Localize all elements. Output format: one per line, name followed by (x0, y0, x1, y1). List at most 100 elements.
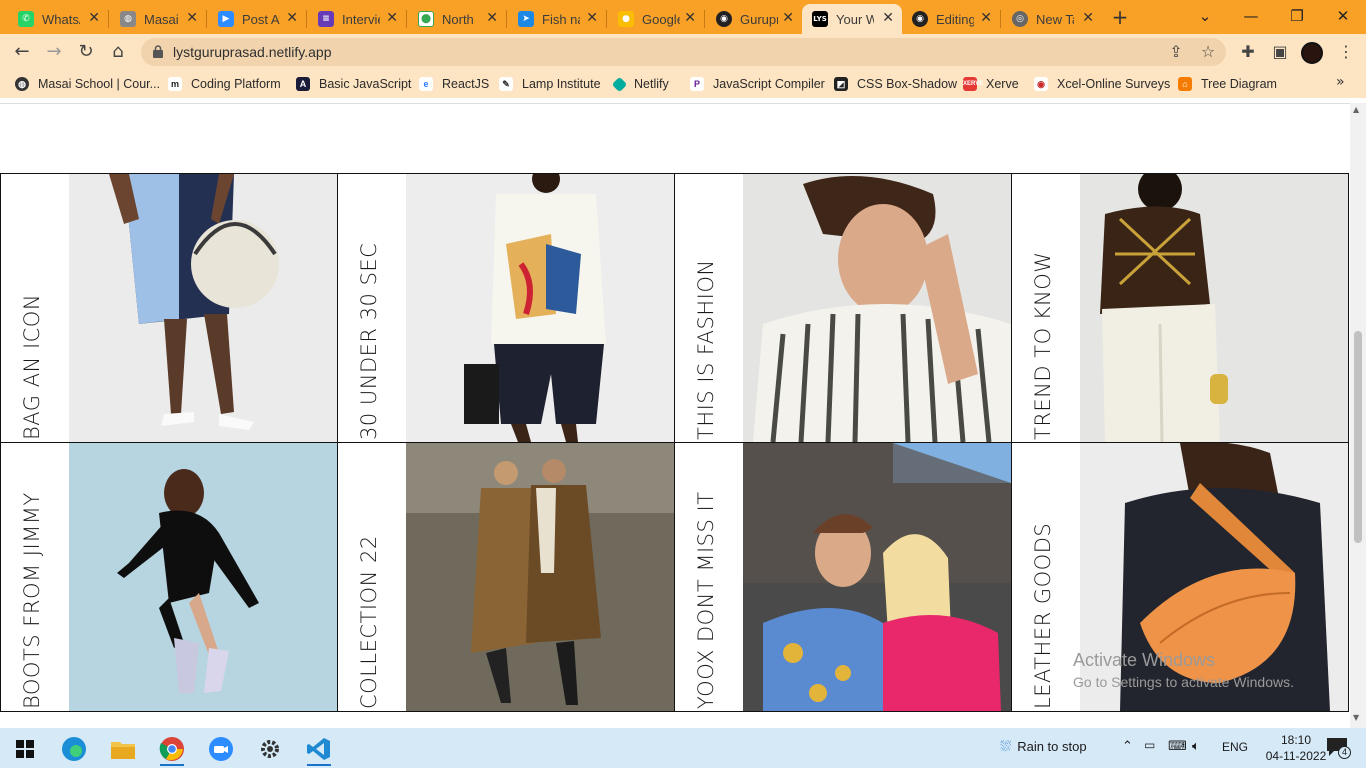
windows-taskbar: ⛆ Rain to stop ⌃ ▭ ⌨ 🔈︎ ENG 18:10 04-11-… (0, 728, 1366, 768)
notification-count-badge: 4 (1338, 746, 1351, 759)
tab-masai[interactable]: ◍ Masai School ✕ (110, 4, 206, 34)
scroll-down-icon[interactable]: ▼ (1353, 713, 1359, 722)
tab-post-attendance[interactable]: ▶ Post Attendance ✕ (208, 4, 306, 34)
bookmark-lamp-institute[interactable]: ✎ Lamp Institute (499, 74, 601, 94)
close-window-button[interactable]: ✕ (1320, 3, 1366, 29)
bookmark-star-icon[interactable]: ☆ (1196, 40, 1220, 64)
chrome-icon: ◎ (1012, 11, 1028, 27)
tab-whatsapp[interactable]: ✆ WhatsApp ✕ (8, 4, 108, 34)
striped-shirt-photo (743, 174, 1011, 442)
profile-avatar[interactable] (1301, 42, 1323, 64)
bookmark-tree-diagram[interactable]: ⌂ Tree Diagram (1178, 74, 1277, 94)
browser-window: ✆ WhatsApp ✕ ◍ Masai School ✕ ▶ Post Att… (0, 0, 1366, 728)
clock[interactable]: 18:10 04-11-2022 (1258, 732, 1334, 764)
m-icon: m (168, 77, 182, 91)
notification-center-button[interactable]: 4 (1326, 737, 1352, 759)
restore-button[interactable]: ❐ (1274, 3, 1320, 29)
close-tab-icon[interactable]: ✕ (386, 10, 398, 26)
close-tab-icon[interactable]: ✕ (586, 10, 598, 26)
bookmark-css-box-shadow[interactable]: ◩ CSS Box-Shadow (834, 74, 957, 94)
tab-interview[interactable]: ≡ Interview ✕ (308, 4, 406, 34)
file-explorer-button[interactable] (103, 732, 143, 766)
more-bookmarks-icon[interactable]: » (1336, 74, 1345, 90)
close-tab-icon[interactable]: ✕ (782, 10, 794, 26)
tab-editing[interactable]: ◉ Editing ✕ (902, 4, 1000, 34)
tab-your-wardrobe[interactable]: LYS Your Wardrobe ✕ (802, 4, 902, 34)
home-button[interactable]: ⌂ (106, 40, 130, 64)
bookmark-reactjs[interactable]: e ReactJS (419, 74, 489, 94)
bookmark-xcel-surveys[interactable]: ◉ Xcel-Online Surveys (1034, 74, 1170, 94)
tile-boots-from-jimmy[interactable]: BOOTS FROM JIMMY (1, 443, 338, 712)
masai-icon: ◍ (15, 77, 29, 91)
css-icon: ◩ (834, 77, 848, 91)
scroll-up-icon[interactable]: ▲ (1353, 105, 1359, 114)
tile-label: COLLECTION 22 (357, 535, 381, 709)
lyst-icon: LYS (812, 11, 828, 27)
bookmark-javascript-compiler[interactable]: P JavaScript Compiler (690, 74, 825, 94)
back-button[interactable]: ← (10, 40, 34, 64)
tab-north[interactable]: ⬤ North ✕ (408, 4, 506, 34)
react-icon: e (419, 77, 433, 91)
folder-icon (111, 742, 135, 759)
tab-new-tab[interactable]: ◎ New Tab ✕ (1002, 4, 1102, 34)
meet-now-icon[interactable]: ▭ (1144, 738, 1155, 752)
tab-fish-name[interactable]: ➤ Fish name ✕ (508, 4, 606, 34)
close-tab-icon[interactable]: ✕ (1082, 10, 1094, 26)
close-tab-icon[interactable]: ✕ (286, 10, 298, 26)
network-icon[interactable]: ⌨ (1168, 738, 1187, 754)
chrome-icon (159, 737, 184, 761)
close-tab-icon[interactable]: ✕ (186, 10, 198, 26)
chrome-app-button[interactable] (152, 732, 192, 766)
vscode-app-button[interactable] (299, 732, 339, 766)
tile-label: TREND TO KNOW (1031, 251, 1055, 440)
zoom-icon: ▶ (218, 11, 234, 27)
side-panel-icon[interactable]: ▣ (1268, 40, 1292, 64)
zoom-app-button[interactable] (201, 732, 241, 766)
tile-label: BAG AN ICON (20, 293, 44, 440)
fish-icon: ➤ (518, 11, 534, 27)
tile-30-under-30-sec[interactable]: 30 UNDER 30 SEC (338, 174, 675, 443)
menu-icon[interactable]: ⋮ (1334, 40, 1358, 64)
tab-guruprasad[interactable]: ◉ Guruprasad ✕ (706, 4, 802, 34)
xerve-icon: XERVE (963, 77, 983, 91)
reload-button[interactable]: ↻ (74, 40, 98, 64)
tile-yoox-dont-miss-it[interactable]: YOOX DONT MISS IT (675, 443, 1012, 712)
bookmark-basic-javascript[interactable]: A Basic JavaScript (296, 74, 411, 94)
activate-windows-watermark: Activate Windows Go to Settings to activ… (1073, 650, 1294, 690)
close-tab-icon[interactable]: ✕ (980, 10, 992, 26)
tile-collection-22[interactable]: COLLECTION 22 (338, 443, 675, 712)
keep-icon: ● (618, 11, 634, 27)
new-tab-button[interactable]: + (1108, 5, 1132, 29)
settings-app-button[interactable] (250, 732, 290, 766)
start-button[interactable] (5, 732, 45, 766)
volume-icon[interactable]: 🔈︎ (1192, 738, 1200, 754)
close-tab-icon[interactable]: ✕ (88, 10, 100, 26)
tile-label: 30 UNDER 30 SEC (357, 242, 381, 440)
close-tab-icon[interactable]: ✕ (486, 10, 498, 26)
bookmark-coding-platform[interactable]: m Coding Platform (168, 74, 281, 94)
bookmark-masai[interactable]: ◍ Masai School | Cour... (15, 74, 160, 94)
chevron-up-icon[interactable]: ⌃ (1122, 738, 1133, 754)
gear-icon (261, 740, 279, 758)
share-icon[interactable]: ⇪ (1164, 40, 1188, 64)
tile-bag-an-icon[interactable]: BAG AN ICON (1, 174, 338, 443)
forward-button[interactable]: → (42, 40, 66, 64)
page-scrollbar[interactable]: ▲ ▼ (1350, 103, 1366, 728)
coats-photo (406, 443, 674, 711)
tile-trend-to-know[interactable]: TREND TO KNOW (1012, 174, 1349, 443)
maps-icon: ⬤ (418, 11, 434, 27)
close-tab-icon[interactable]: ✕ (882, 10, 894, 26)
address-bar[interactable]: lystguruprasad.netlify.app (141, 38, 1226, 66)
language-indicator[interactable]: ENG (1222, 740, 1248, 754)
extensions-icon[interactable]: ✚ (1236, 40, 1260, 64)
close-tab-icon[interactable]: ✕ (684, 10, 696, 26)
tile-this-is-fashion[interactable]: THIS IS FASHION (675, 174, 1012, 443)
tab-search-button[interactable]: ⌄ (1182, 3, 1228, 29)
edge-app-button[interactable] (54, 732, 94, 766)
weather-widget[interactable]: ⛆ Rain to stop (1000, 738, 1120, 755)
tab-google-keep[interactable]: ● Google Keep ✕ (608, 4, 704, 34)
minimize-button[interactable]: — (1228, 3, 1274, 29)
bookmark-xerve[interactable]: XERVE Xerve (963, 74, 1019, 94)
bookmark-netlify[interactable]: Netlify (611, 74, 669, 94)
scrollbar-thumb[interactable] (1354, 331, 1362, 543)
